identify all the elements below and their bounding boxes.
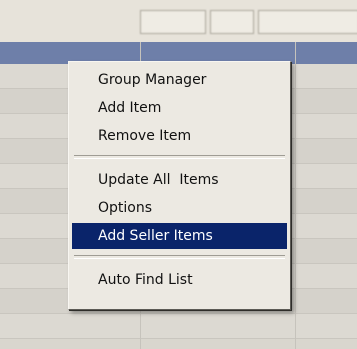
table-row[interactable]	[0, 314, 357, 339]
menu-separator	[74, 155, 285, 159]
toolbar-button[interactable]	[140, 10, 206, 34]
header-cell[interactable]	[8, 46, 68, 60]
background-toolbar	[0, 0, 357, 43]
menu-item-update-all-items[interactable]: Update All Items	[72, 167, 287, 193]
menu-item-group-manager[interactable]: Group Manager	[72, 67, 287, 93]
menu-item-remove-item[interactable]: Remove Item	[72, 123, 287, 149]
menu-item-add-item[interactable]: Add Item	[72, 95, 287, 121]
toolbar-button[interactable]	[258, 10, 357, 34]
context-menu: Group Manager Add Item Remove Item Updat…	[68, 61, 291, 310]
menu-separator	[74, 255, 285, 259]
menu-item-auto-find-list[interactable]: Auto Find List	[72, 267, 287, 293]
header-cell[interactable]	[300, 46, 340, 60]
toolbar-button[interactable]	[210, 10, 254, 34]
column-divider	[295, 42, 296, 349]
header-cell[interactable]	[150, 46, 190, 60]
menu-item-options[interactable]: Options	[72, 195, 287, 221]
menu-item-add-seller-items[interactable]: Add Seller Items	[72, 223, 287, 249]
